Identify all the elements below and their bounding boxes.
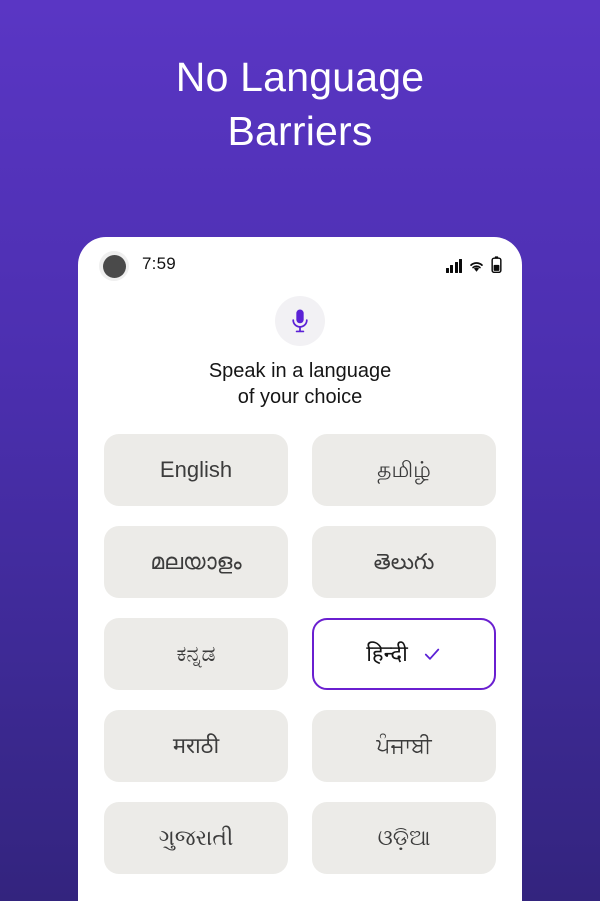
microphone-button[interactable] <box>275 296 325 346</box>
status-bar-clock: 7:59 <box>142 254 176 273</box>
prompt-text: Speak in a language of your choice <box>78 358 522 410</box>
prompt-line-2: of your choice <box>237 386 363 408</box>
battery-icon <box>491 256 502 273</box>
status-bar-icons <box>445 255 503 273</box>
language-option[interactable]: ਪੰਜਾਬੀ <box>312 710 496 782</box>
language-option[interactable]: English <box>104 434 288 506</box>
language-option[interactable]: ગુજરાતી <box>104 802 288 874</box>
language-label: मराठी <box>172 733 220 758</box>
language-label: हिन्दी <box>366 641 408 666</box>
promo-headline: No Language Barriers <box>0 50 600 158</box>
prompt-line-1: Speak in a language <box>208 360 392 382</box>
promo-headline-line-1: No Language <box>175 54 425 100</box>
check-icon <box>424 648 439 660</box>
language-label: ਪੰਜਾਬੀ <box>376 733 432 758</box>
language-label: ગુજરાતી <box>158 825 234 850</box>
camera-punch-hole-icon <box>99 251 129 281</box>
camera-lens-icon <box>102 254 126 278</box>
language-option[interactable]: ಕನ್ನಡ <box>104 618 288 690</box>
language-label: తెలుగు <box>373 549 435 574</box>
language-label: ଓଡ଼ିଆ <box>377 825 431 850</box>
microphone-icon <box>292 309 308 333</box>
phone-mockup: 7:59 Speak in a language of your choice … <box>78 237 522 901</box>
promo-headline-line-2: Barriers <box>227 108 373 154</box>
wifi-icon <box>470 262 483 272</box>
language-label: മലയാളം <box>150 549 242 574</box>
language-grid: English தமிழ் മലയാളം తెలుగు ಕನ್ನಡ हिन्दी… <box>104 434 496 874</box>
language-option[interactable]: മലയാളം <box>104 526 288 598</box>
language-label: ಕನ್ನಡ <box>176 641 216 666</box>
cellular-signal-icon <box>445 259 462 273</box>
language-label: தமிழ் <box>377 457 431 482</box>
language-option[interactable]: తెలుగు <box>312 526 496 598</box>
language-option[interactable]: मराठी <box>104 710 288 782</box>
status-bar: 7:59 <box>78 237 522 293</box>
language-option[interactable]: ଓଡ଼ିଆ <box>312 802 496 874</box>
language-option-selected[interactable]: हिन्दी <box>312 618 496 690</box>
language-label: English <box>159 457 233 482</box>
language-option[interactable]: தமிழ் <box>312 434 496 506</box>
